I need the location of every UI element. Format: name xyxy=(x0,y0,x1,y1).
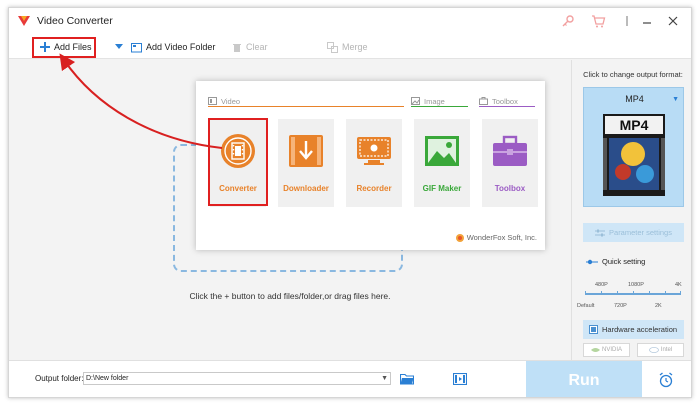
image-category-icon xyxy=(411,97,420,105)
tile-toolbox[interactable]: Toolbox xyxy=(482,119,538,207)
output-format-title: Click to change output format: xyxy=(583,70,683,79)
category-toolbox-line xyxy=(479,106,535,107)
output-format-selector[interactable]: MP4 ▼ MP4 xyxy=(583,87,684,207)
chevron-down-icon: ▼ xyxy=(672,96,679,103)
quick-setting-icon xyxy=(586,259,598,264)
sliders-icon xyxy=(595,229,606,236)
merge-button[interactable]: Merge xyxy=(327,39,368,55)
add-video-folder-label: Add Video Folder xyxy=(146,42,216,52)
slider-label-default: Default xyxy=(577,303,595,309)
slider-tick xyxy=(633,291,634,295)
slider-tick xyxy=(601,291,602,295)
quick-setting-label: Quick setting xyxy=(602,257,646,266)
chevron-down-icon xyxy=(115,44,123,49)
folder-video-icon xyxy=(131,42,142,52)
clear-label: Clear xyxy=(246,42,268,52)
category-toolbox-label: Toolbox xyxy=(492,96,518,106)
chevron-down-icon[interactable]: ▼ xyxy=(381,373,388,384)
minimize-icon[interactable] xyxy=(639,13,655,29)
nvidia-button[interactable]: NVIDIA xyxy=(583,343,630,357)
converter-highlight xyxy=(208,118,268,206)
category-video-label: Video xyxy=(221,96,241,106)
run-button[interactable]: Run xyxy=(526,361,642,397)
slider-tick xyxy=(649,291,650,295)
parameter-settings-label: Parameter settings xyxy=(609,228,672,237)
bottom-bar: Output folder: D:\New folder ▼ Run xyxy=(9,360,691,397)
screen-record-icon xyxy=(357,137,391,165)
tile-toolbox-label: Toolbox xyxy=(494,184,526,193)
alarm-clock-icon[interactable] xyxy=(658,372,674,388)
tile-gif-maker-label: GIF Maker xyxy=(422,184,462,193)
output-folder-value: D:\New folder xyxy=(86,375,129,382)
video-category-icon xyxy=(208,97,217,105)
app-window: Video Converter Add Files Add Video Fold… xyxy=(8,7,692,398)
merge-label: Merge xyxy=(342,42,368,52)
output-format-name: MP4 xyxy=(625,94,644,104)
tile-downloader[interactable]: Downloader xyxy=(278,119,334,207)
tile-recorder-label: Recorder xyxy=(356,184,392,193)
drop-hint: Click the + button to add files/folder,o… xyxy=(189,291,391,301)
add-video-folder-button[interactable]: Add Video Folder xyxy=(131,39,215,55)
tile-gif-maker[interactable]: GIF Maker xyxy=(414,119,470,207)
output-folder-label: Output folder: xyxy=(35,374,84,383)
image-icon xyxy=(425,136,459,166)
cart-icon[interactable] xyxy=(590,13,606,29)
slider-label-480p: 480P xyxy=(595,282,608,288)
slider-label-2k: 2K xyxy=(655,303,662,309)
intel-label: Intel xyxy=(660,347,673,353)
title-bar: Video Converter xyxy=(9,8,691,35)
toolbox-icon xyxy=(493,135,527,166)
app-logo-icon xyxy=(18,16,30,26)
slider-tick xyxy=(665,291,666,295)
nvidia-label: NVIDIA xyxy=(601,347,622,353)
wonderfox-logo-icon xyxy=(455,233,464,242)
tile-recorder[interactable]: Recorder xyxy=(346,119,402,207)
trash-icon xyxy=(233,43,241,52)
merge-icon xyxy=(327,41,338,53)
slider-label-1080p: 1080P xyxy=(628,282,644,288)
output-folder-field[interactable]: D:\New folder ▼ xyxy=(83,372,391,385)
category-video-line xyxy=(208,106,404,107)
file-list-area[interactable]: Click the + button to add files/folder,o… xyxy=(9,60,571,360)
toolbox-category-icon xyxy=(479,97,488,105)
output-preview-icon[interactable] xyxy=(453,373,467,385)
slider-tick xyxy=(680,291,681,295)
brand-label: WonderFox Soft, Inc. xyxy=(455,233,537,242)
slider-label-720p: 720P xyxy=(614,303,627,309)
slider-tick xyxy=(585,291,586,295)
intel-logo-icon xyxy=(648,347,659,353)
clear-button[interactable]: Clear xyxy=(232,39,268,55)
window-title: Video Converter xyxy=(37,15,113,27)
category-image-line xyxy=(411,106,468,107)
menu-icon[interactable] xyxy=(619,13,635,29)
add-files-highlight xyxy=(32,37,96,58)
output-panel: Click to change output format: MP4 ▼ MP4 xyxy=(571,60,691,360)
intel-button[interactable]: Intel xyxy=(637,343,684,357)
toolbar: Add Files Add Video Folder Clear Merge xyxy=(9,35,691,59)
hardware-acceleration-label: Hardware acceleration xyxy=(602,325,678,334)
add-files-dropdown[interactable] xyxy=(115,39,123,55)
category-image-label: Image xyxy=(424,96,445,106)
close-icon[interactable] xyxy=(665,13,681,29)
folder-open-icon[interactable] xyxy=(400,373,414,385)
tile-downloader-label: Downloader xyxy=(283,184,329,193)
mp4-format-icon: MP4 xyxy=(603,114,665,196)
key-icon[interactable] xyxy=(560,13,576,29)
hardware-acceleration-toggle[interactable]: Hardware acceleration xyxy=(583,320,684,339)
nvidia-logo-icon xyxy=(590,348,600,352)
quick-setting: Quick setting xyxy=(586,257,645,266)
hardware-acceleration-checkbox[interactable] xyxy=(589,325,598,334)
slider-tick xyxy=(617,291,618,295)
parameter-settings-button[interactable]: Parameter settings xyxy=(583,223,684,242)
mp4-image-label: MP4 xyxy=(620,117,649,133)
brand-text: WonderFox Soft, Inc. xyxy=(466,233,537,242)
slider-label-4k: 4K xyxy=(675,282,682,288)
download-icon xyxy=(289,135,323,167)
